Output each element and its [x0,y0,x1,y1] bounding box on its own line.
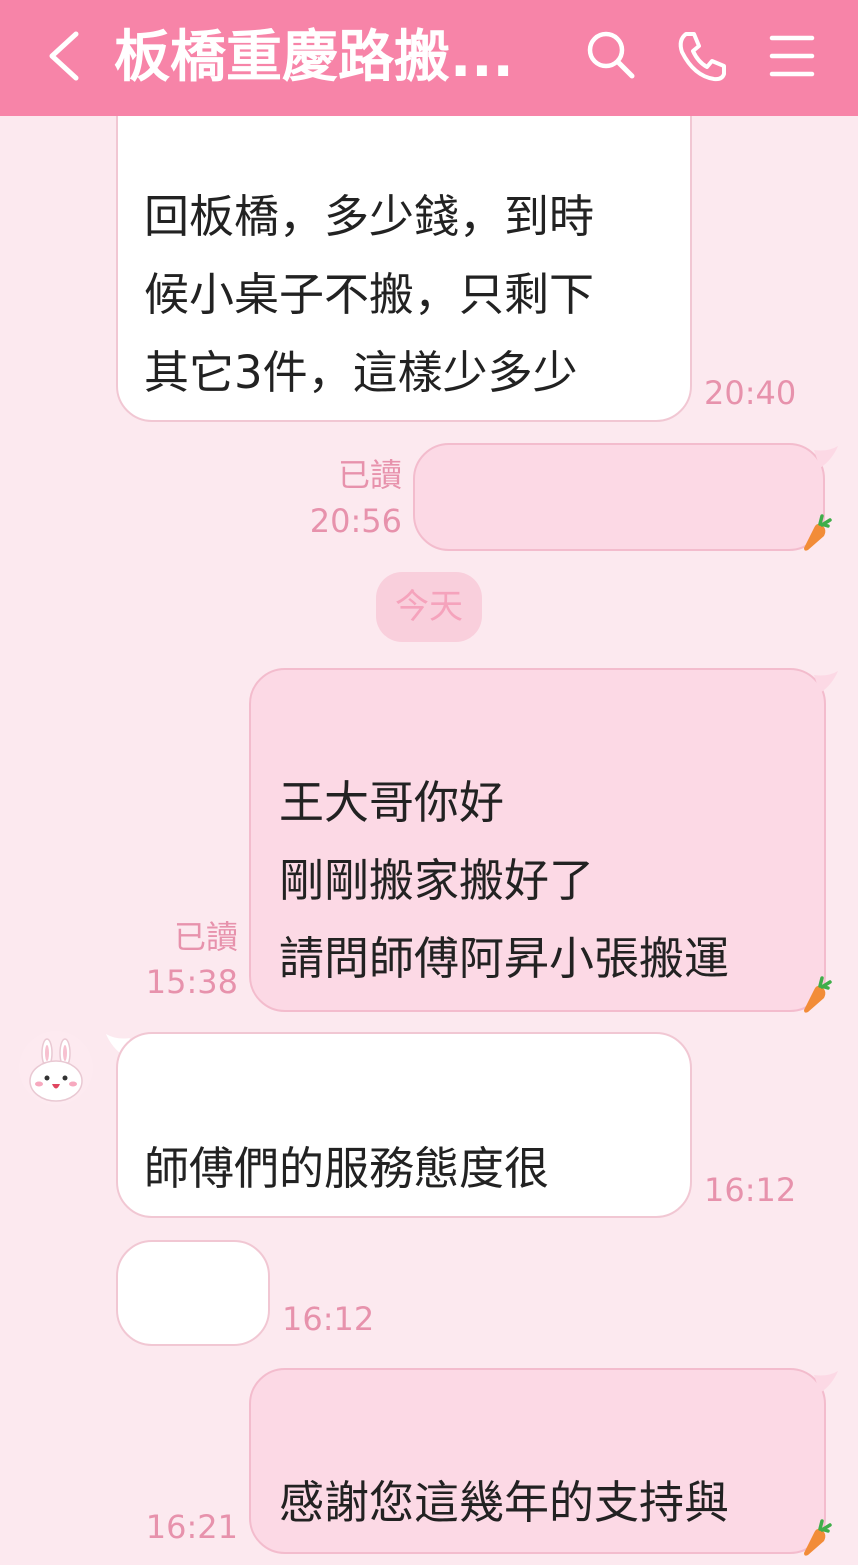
message-text: 王大哥你好 剛剛搬家搬好了 請問師傅阿昇小張搬運 服務態度如何呀？ [279,776,730,985]
date-separator: 今天 [376,572,482,642]
carrot-icon [800,976,834,1016]
message-time: 16:12 [282,1300,375,1338]
phone-icon[interactable] [672,26,732,86]
message-time: 20:40 [704,374,797,412]
message-time: 15:38 [145,963,238,1001]
message-bubble-incoming[interactable]: 師傅們的服務態度很 好，很客氣 [116,1032,692,1218]
chevron-left-icon[interactable] [38,24,98,88]
bubble-tail [814,446,838,468]
read-receipt: 已讀 [173,918,238,956]
message-text: 回板橋，多少錢，到時 候小桌子不搬，只剩下 其它3件，這樣少多少 錢 [144,190,595,399]
message-text: 感謝您這幾年的支持與 肯定 [279,1476,730,1529]
chat-header: 板橋重慶路搬... [0,0,858,116]
chat-title: 板橋重慶路搬... [114,25,514,90]
message-bubble-outgoing[interactable]: 一樣報價就好了 [413,443,825,551]
carrot-icon [800,514,834,554]
bubble-tail [814,671,838,693]
message-text: 師傅們的服務態度很 好，很客氣 [144,1142,550,1195]
bubble-tail [814,1371,838,1393]
read-receipt: 已讀 [337,456,402,494]
message-time: 16:12 [704,1171,797,1209]
message-time: 16:21 [145,1508,238,1546]
carrot-icon [800,1519,834,1559]
bunny-avatar-icon[interactable] [19,1031,93,1105]
search-icon[interactable] [582,26,642,86]
message-bubble-outgoing[interactable]: 王大哥你好 剛剛搬家搬好了 請問師傅阿昇小張搬運 服務態度如何呀？ [249,668,826,1012]
menu-icon[interactable] [762,26,822,86]
message-text: 謝謝 [144,1333,242,1344]
message-text: 一樣報價就好了 [441,537,799,549]
message-bubble-incoming[interactable]: 謝謝 [116,1240,270,1346]
message-time: 20:56 [309,502,402,540]
message-bubble-outgoing[interactable]: 感謝您這幾年的支持與 肯定 [249,1368,826,1554]
message-bubble-incoming[interactable]: 回板橋，多少錢，到時 候小桌子不搬，只剩下 其它3件，這樣少多少 錢 [116,80,692,422]
